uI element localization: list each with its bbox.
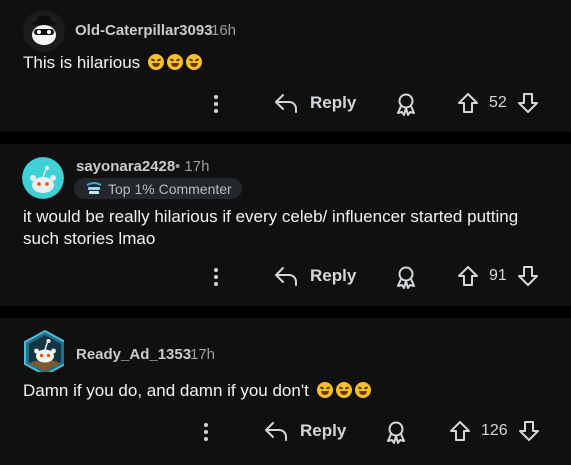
more-options-button[interactable] xyxy=(198,420,214,444)
comment-text: Damn if you do, and damn if you don't xyxy=(23,381,309,400)
comment-separator xyxy=(0,306,571,318)
badge: Top 1% Commenter xyxy=(74,178,242,199)
comment-2: sayonara2428 • 17h Top 1% Commenter it w… xyxy=(0,144,571,306)
vote-count: 126 xyxy=(481,422,508,439)
comment-1: Old-Caterpillar3093 16h This is hilariou… xyxy=(0,0,571,132)
more-options-button[interactable] xyxy=(208,265,224,289)
comment-3: Ready_Ad_1353 17h Damn if you do, and da… xyxy=(0,318,571,465)
downvote-icon[interactable] xyxy=(517,265,539,287)
avatar[interactable] xyxy=(22,157,64,199)
more-vertical-icon xyxy=(204,423,208,441)
username[interactable]: Old-Caterpillar3093 xyxy=(75,22,213,39)
vote-controls: 52 xyxy=(457,92,539,114)
reply-arrow-icon xyxy=(275,267,297,286)
username[interactable]: sayonara2428 xyxy=(76,158,175,175)
emoji-rofl-icon xyxy=(335,382,352,398)
reply-label: Reply xyxy=(310,93,357,112)
emoji-rofl-icon xyxy=(354,382,371,398)
award-icon xyxy=(397,93,415,116)
reply-arrow-icon xyxy=(265,422,287,441)
vote-count: 91 xyxy=(489,267,507,284)
avatar[interactable] xyxy=(22,330,64,372)
award-icon xyxy=(397,266,415,289)
emoji-rofl-icon xyxy=(147,54,164,70)
award-button[interactable] xyxy=(394,92,418,116)
award-button[interactable] xyxy=(384,420,408,444)
timestamp: 16h xyxy=(211,22,237,39)
comment-body: This is hilarious xyxy=(23,52,553,74)
emoji-rofl-icon xyxy=(316,382,333,398)
timestamp: • 17h xyxy=(175,158,210,175)
emoji-rofl-icon xyxy=(185,54,202,70)
avatar-image xyxy=(24,330,64,372)
comment-text: it would be really hilarious if every ce… xyxy=(23,207,519,248)
more-vertical-icon xyxy=(214,268,218,286)
avatar-image xyxy=(23,10,65,52)
downvote-icon[interactable] xyxy=(517,92,539,114)
avatar-image xyxy=(22,157,64,199)
comment-body: it would be really hilarious if every ce… xyxy=(23,206,553,250)
downvote-icon[interactable] xyxy=(518,420,540,442)
reply-button[interactable]: Reply xyxy=(274,265,356,287)
upvote-icon[interactable] xyxy=(457,265,479,287)
upvote-icon[interactable] xyxy=(457,92,479,114)
comment-separator xyxy=(0,132,571,144)
comment-actions: Reply 91 xyxy=(0,265,571,289)
avatar[interactable] xyxy=(23,10,65,52)
reply-label: Reply xyxy=(300,421,347,440)
username[interactable]: Ready_Ad_1353 xyxy=(76,346,191,363)
vote-controls: 91 xyxy=(457,265,539,287)
comment-actions: Reply 52 xyxy=(0,92,571,116)
more-options-button[interactable] xyxy=(208,92,224,116)
timestamp: 17h xyxy=(190,346,216,363)
more-vertical-icon xyxy=(214,95,218,113)
upvote-icon[interactable] xyxy=(449,420,471,442)
award-icon xyxy=(387,421,405,444)
comment-text: This is hilarious xyxy=(23,53,141,72)
comment-actions: Reply 126 xyxy=(0,420,571,444)
emoji-rofl-icon xyxy=(166,54,183,70)
reply-button[interactable]: Reply xyxy=(274,92,356,114)
vote-controls: 126 xyxy=(449,420,540,442)
reply-arrow-icon xyxy=(275,94,297,113)
reply-button[interactable]: Reply xyxy=(264,420,346,442)
award-button[interactable] xyxy=(394,265,418,289)
vote-count: 52 xyxy=(489,94,507,111)
comment-body: Damn if you do, and damn if you don't xyxy=(23,380,553,402)
reply-label: Reply xyxy=(310,266,357,285)
badge-icon xyxy=(86,181,102,194)
badge-label: Top 1% Commenter xyxy=(108,180,232,197)
